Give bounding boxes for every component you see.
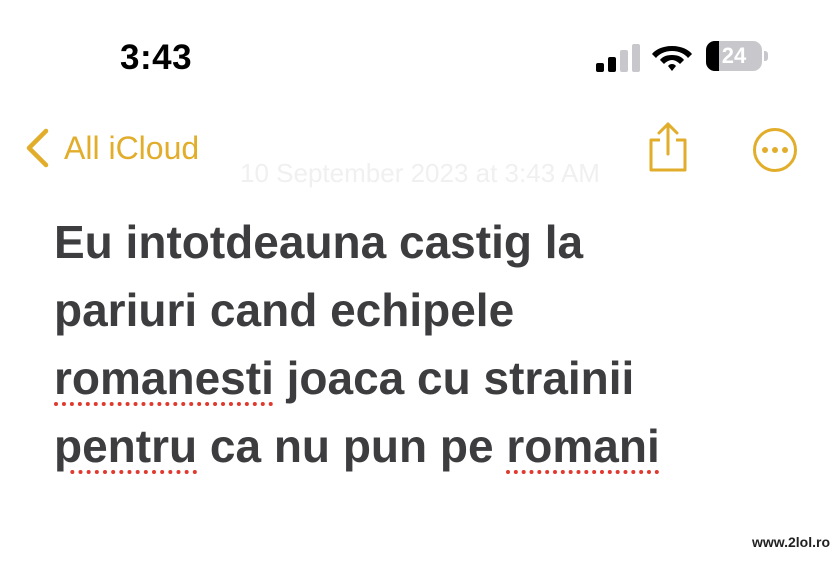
note-text: Eu intotdeauna castig la [54,216,584,268]
wifi-icon [652,46,692,71]
battery-icon: 24 [706,41,768,71]
note-line: Eu intotdeauna castig la [54,208,814,276]
note-body[interactable]: Eu intotdeauna castig la pariuri cand ech… [54,208,814,480]
note-date: 10 September 2023 at 3:43 AM [240,158,600,188]
misspelled-word: pentru [54,420,198,472]
note-text: pariuri cand echipele [54,284,515,336]
battery-level: 24 [721,43,747,68]
watermark: www.2lol.ro [751,534,830,550]
note-text: joaca cu strainii [273,352,635,404]
note-line: romanesti joaca cu strainii [54,344,814,412]
misspelled-word: romanesti [54,352,274,404]
misspelled-word: romani [506,420,660,472]
signal-icon [596,44,640,72]
note-text: ca nu pun pe [197,420,507,472]
note-line: pentru ca nu pun pe romani [54,412,814,480]
status-time: 3:43 [120,38,193,77]
note-line: pariuri cand echipele [54,276,814,344]
